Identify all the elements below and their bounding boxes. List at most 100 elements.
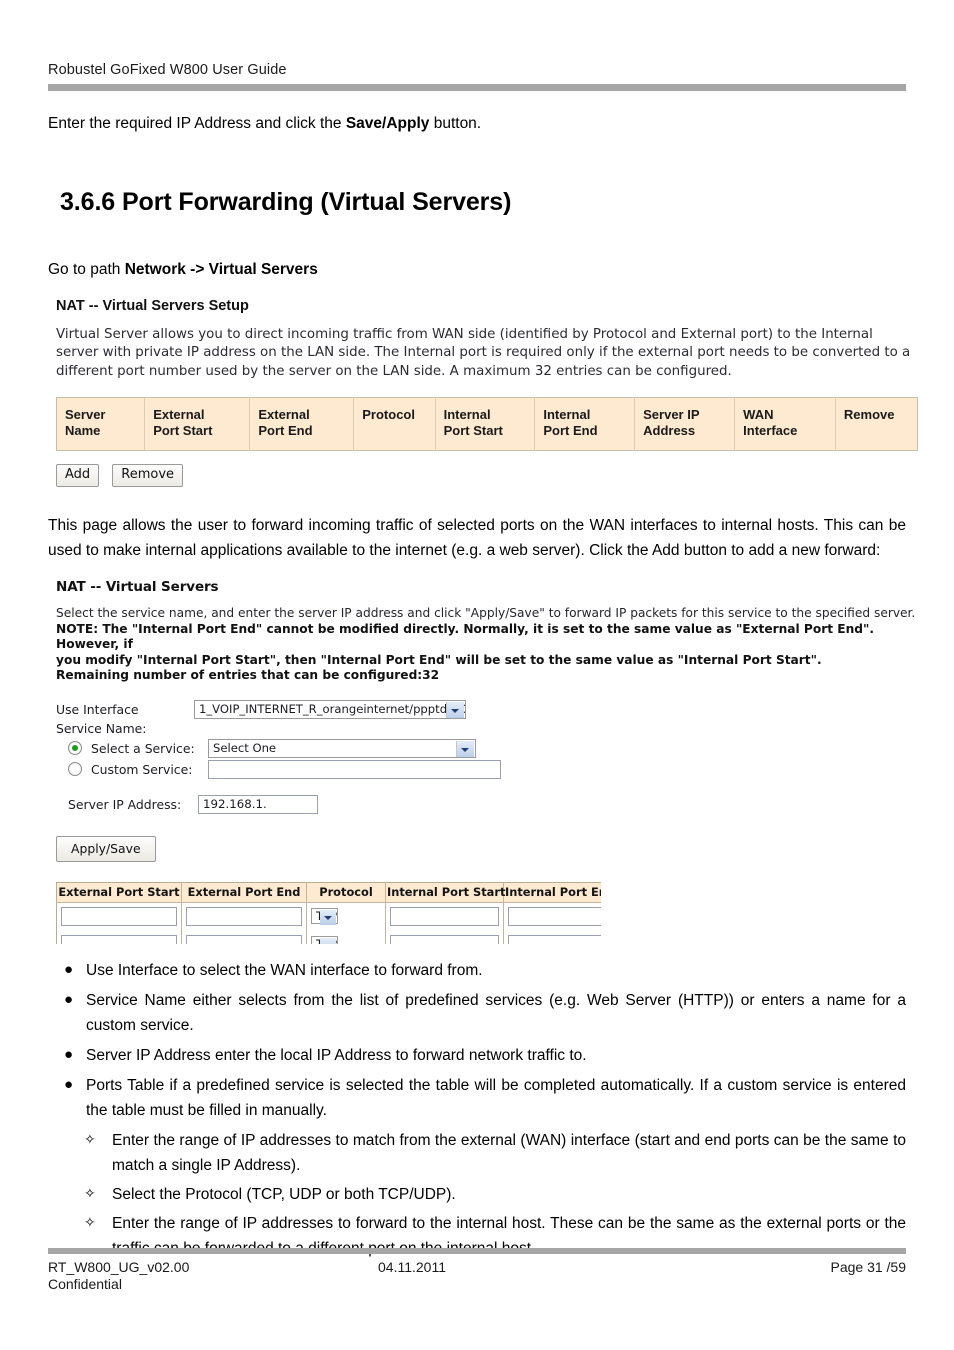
service-name-row: Service Name: bbox=[56, 721, 918, 736]
service-name-label: Service Name: bbox=[56, 720, 147, 736]
col-server-name-l1: Server bbox=[65, 407, 106, 423]
col-sip-l1: Server IP bbox=[643, 407, 700, 423]
col-epe-l1: External bbox=[258, 407, 310, 423]
protocol-select[interactable]: TCP bbox=[311, 936, 339, 944]
list-item: ● Ports Table if a predefined service is … bbox=[48, 1073, 906, 1123]
diamond-bullet-icon: ✧ bbox=[84, 1130, 96, 1147]
use-interface-row: Use Interface 1_VOIP_INTERNET_R_orangein… bbox=[56, 699, 918, 719]
sub-list-item: ✧ Enter the range of IP addresses to matc… bbox=[48, 1128, 906, 1178]
col-ips-l1: Internal bbox=[443, 407, 491, 423]
mid-paragraph: This page allows the user to forward inc… bbox=[48, 517, 906, 560]
chevron-down-icon[interactable] bbox=[446, 701, 464, 718]
server-ip-label: Server IP Address: bbox=[68, 796, 182, 812]
footer-page-number: Page 31 /59 bbox=[830, 1259, 906, 1275]
document-footer: RT_W800_UG_v02.00 04.11.2011 Page 31 /59… bbox=[48, 1248, 906, 1292]
ports-cell-eps bbox=[56, 902, 182, 931]
select-a-service-label: Select a Service: bbox=[91, 740, 195, 756]
col-remove: Remove bbox=[835, 397, 918, 451]
description-list: ● Use Interface to select the WAN interfa… bbox=[48, 958, 906, 1261]
col-server-ip-address: Server IP Address bbox=[634, 397, 736, 451]
external-port-start-input[interactable] bbox=[61, 907, 177, 927]
chevron-down-icon[interactable] bbox=[320, 938, 337, 944]
col-wan-interface: WAN Interface bbox=[734, 397, 836, 451]
external-port-start-input[interactable] bbox=[61, 935, 177, 944]
sub-list-item-text: Select the Protocol (TCP, UDP or both TC… bbox=[112, 1185, 456, 1203]
chevron-down-icon[interactable] bbox=[456, 740, 474, 757]
col-protocol: Protocol bbox=[353, 397, 436, 451]
col-server-name: Server Name bbox=[56, 397, 146, 451]
list-item-text: Ports Table if a predefined service is s… bbox=[86, 1077, 906, 1120]
internal-port-end-input[interactable] bbox=[508, 935, 601, 944]
intro-text-b: button. bbox=[429, 115, 482, 132]
chevron-down-icon[interactable] bbox=[320, 910, 337, 926]
use-interface-select[interactable]: 1_VOIP_INTERNET_R_orangeinternet/ppptd3g… bbox=[194, 699, 466, 719]
intro-text-a: Enter the required IP Address and click … bbox=[48, 115, 346, 132]
apply-save-button[interactable]: Apply/Save bbox=[56, 835, 156, 862]
internal-port-end-input[interactable] bbox=[508, 907, 601, 927]
list-item: ● Use Interface to select the WAN interfa… bbox=[48, 958, 906, 983]
list-item-text: Service Name either selects from the lis… bbox=[86, 991, 906, 1035]
col-eps-l1: External bbox=[153, 407, 205, 423]
ports-cell-protocol: TCP bbox=[306, 930, 386, 944]
external-port-end-input[interactable] bbox=[186, 907, 302, 927]
col-protocol-l1: Protocol bbox=[362, 407, 415, 423]
ports-cell-epe bbox=[181, 930, 307, 944]
sub-list-item: ✧ Select the Protocol (TCP, UDP or both T… bbox=[48, 1182, 906, 1207]
ports-col-external-port-end: External Port End bbox=[181, 882, 307, 903]
server-ip-input[interactable]: 192.168.1. bbox=[198, 794, 318, 814]
col-wan-l1: WAN bbox=[743, 407, 774, 423]
col-eps-l2: Port Start bbox=[153, 423, 213, 439]
external-port-end-input[interactable] bbox=[186, 935, 302, 944]
sub-list-item-text: Enter the range of IP addresses to match… bbox=[112, 1131, 906, 1174]
col-remove-l1: Remove bbox=[843, 407, 895, 423]
footer-date: 04.11.2011 bbox=[378, 1259, 446, 1275]
screenshot-virtual-servers-setup: NAT -- Virtual Servers Setup Virtual Ser… bbox=[56, 297, 918, 488]
internal-port-start-input[interactable] bbox=[390, 907, 499, 927]
service-select[interactable]: Select One bbox=[208, 738, 476, 758]
bullet-icon: ● bbox=[64, 1046, 74, 1064]
ports-table-row: TCP bbox=[56, 902, 601, 931]
col-internal-port-start: Internal Port Start bbox=[435, 397, 536, 451]
ports-table-viewport: External Port Start External Port End Pr… bbox=[56, 881, 601, 944]
add-button[interactable]: Add bbox=[56, 463, 100, 488]
path-paragraph: Go to path Network -> Virtual Servers bbox=[48, 257, 906, 282]
select-service-row: Select a Service: Select One bbox=[56, 738, 918, 758]
setup-panel-title: NAT -- Virtual Servers Setup bbox=[56, 297, 249, 314]
col-ipe-l1: Internal bbox=[543, 407, 591, 423]
remove-button[interactable]: Remove bbox=[112, 463, 184, 488]
ports-col-external-port-start: External Port Start bbox=[56, 882, 182, 903]
ports-cell-ips bbox=[385, 902, 504, 931]
col-sip-l2: Address bbox=[643, 423, 696, 439]
custom-service-input[interactable] bbox=[208, 759, 501, 779]
col-server-name-l2: Name bbox=[65, 423, 101, 439]
virtual-servers-table: Server Name External Port Start External Po… bbox=[56, 397, 918, 451]
select-a-service-radio[interactable] bbox=[68, 741, 82, 756]
setup-panel-description: Virtual Server allows you to direct inco… bbox=[56, 326, 911, 379]
footer-doc-id: RT_W800_UG_v02.00 bbox=[48, 1259, 190, 1275]
intro-paragraph: Enter the required IP Address and click … bbox=[48, 111, 906, 136]
table-header-row: Server Name External Port Start External Po… bbox=[56, 397, 918, 451]
section-heading: 3.6.6 Port Forwarding (Virtual Servers) bbox=[60, 188, 512, 217]
internal-port-start-input[interactable] bbox=[390, 935, 499, 944]
virtual-server-form: Use Interface 1_VOIP_INTERNET_R_orangein… bbox=[56, 699, 918, 944]
col-wan-l2: Interface bbox=[743, 423, 798, 439]
bullet-icon: ● bbox=[64, 990, 74, 1008]
diamond-bullet-icon: ✧ bbox=[84, 1184, 96, 1201]
apply-save-row: Apply/Save bbox=[56, 835, 918, 862]
col-epe-l2: Port End bbox=[258, 423, 313, 439]
footer-line: RT_W800_UG_v02.00 04.11.2011 Page 31 /59 bbox=[48, 1259, 906, 1275]
list-item-text: Use Interface to select the WAN interfac… bbox=[86, 961, 483, 979]
path-bold: Network -> Virtual Servers bbox=[124, 261, 318, 279]
footer-divider bbox=[48, 1248, 906, 1254]
service-select-value: Select One bbox=[213, 740, 277, 755]
intro-text-bold: Save/Apply bbox=[345, 115, 430, 132]
list-item-text: Server IP Address enter the local IP Add… bbox=[86, 1047, 587, 1065]
use-interface-label: Use Interface bbox=[56, 701, 139, 717]
bullet-list: ● Use Interface to select the WAN interfa… bbox=[48, 958, 906, 1124]
list-item: ● Server IP Address enter the local IP Ad… bbox=[48, 1043, 906, 1068]
custom-service-radio[interactable] bbox=[68, 762, 82, 777]
col-internal-port-end: Internal Port End bbox=[534, 397, 636, 451]
protocol-select[interactable]: TCP bbox=[311, 908, 339, 926]
footer-confidential: Confidential bbox=[48, 1276, 122, 1292]
col-external-port-start: External Port Start bbox=[144, 397, 251, 451]
